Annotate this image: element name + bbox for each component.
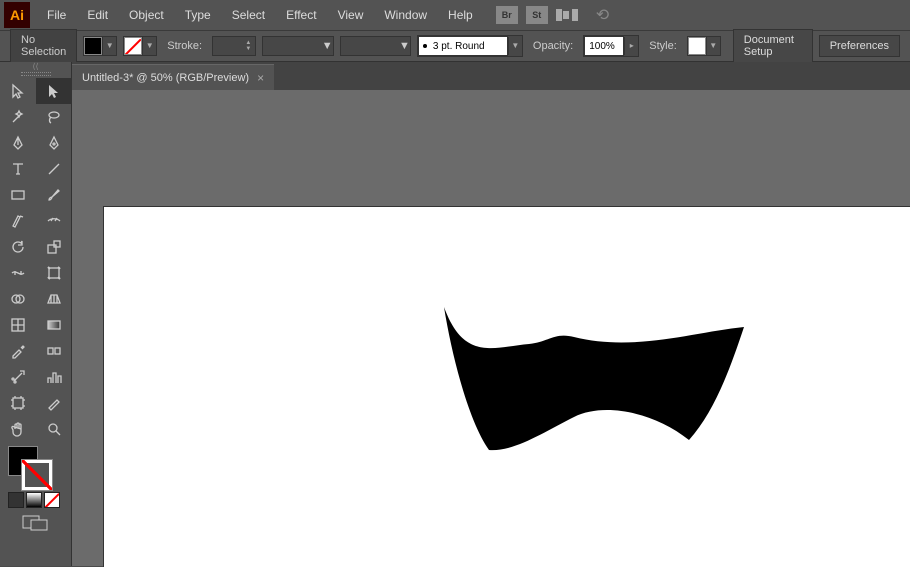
perspective-grid-tool[interactable] — [36, 286, 72, 312]
document-tab[interactable]: Untitled-3* @ 50% (RGB/Preview) × — [72, 64, 274, 90]
lasso-tool[interactable] — [36, 104, 72, 130]
opacity-input[interactable]: 100%▸ — [583, 35, 639, 57]
line-tool[interactable] — [36, 156, 72, 182]
menu-view[interactable]: View — [328, 4, 374, 26]
app-logo: Ai — [4, 2, 30, 28]
menu-file[interactable]: File — [37, 4, 76, 26]
slice-tool[interactable] — [36, 390, 72, 416]
menu-window[interactable]: Window — [374, 4, 437, 26]
rotate-tool[interactable] — [0, 234, 36, 260]
control-bar: No Selection ▼ ▼ Stroke: ▲▼ ▼ ▼ 3 pt. Ro… — [0, 30, 910, 62]
pen-tool[interactable] — [0, 130, 36, 156]
hand-tool[interactable] — [0, 416, 36, 442]
stroke-color-swatch[interactable] — [22, 460, 52, 490]
shape-builder-tool[interactable] — [0, 286, 36, 312]
color-mode-color[interactable] — [8, 492, 24, 508]
style-swatch[interactable]: ▼ — [687, 36, 721, 56]
direct-selection-tool[interactable] — [36, 78, 72, 104]
mesh-tool[interactable] — [0, 312, 36, 338]
color-mode-row — [0, 490, 71, 510]
artboard-tool[interactable] — [0, 390, 36, 416]
sync-icon[interactable]: ⟲ — [596, 5, 609, 25]
panel-collapse-grip[interactable] — [0, 62, 71, 70]
eyedropper-tool[interactable] — [0, 338, 36, 364]
preferences-button[interactable]: Preferences — [819, 35, 900, 57]
screen-mode-row[interactable] — [0, 510, 71, 536]
paintbrush-tool[interactable] — [36, 182, 72, 208]
menu-help[interactable]: Help — [438, 4, 483, 26]
color-mode-none[interactable] — [44, 492, 60, 508]
scale-tool[interactable] — [36, 234, 72, 260]
document-tab-title: Untitled-3* @ 50% (RGB/Preview) — [82, 72, 249, 84]
tools-panel — [0, 62, 72, 566]
stroke-profile-value: 3 pt. Round — [433, 41, 485, 52]
menu-type[interactable]: Type — [175, 4, 221, 26]
variable-width-profile[interactable]: ▼ — [262, 36, 333, 56]
stroke-profile[interactable]: 3 pt. Round ▼ — [417, 35, 523, 57]
blend-tool[interactable] — [36, 338, 72, 364]
column-graph-tool[interactable] — [36, 364, 72, 390]
canvas-area: Untitled-3* @ 50% (RGB/Preview) × — [72, 62, 910, 566]
stock-button[interactable]: St — [526, 6, 548, 24]
width-tool[interactable] — [0, 260, 36, 286]
fill-swatch[interactable]: ▼ — [83, 36, 117, 56]
opacity-label: Opacity: — [533, 40, 573, 52]
menu-effect[interactable]: Effect — [276, 4, 326, 26]
selection-indicator: No Selection — [10, 29, 77, 63]
shaper-tool[interactable] — [0, 208, 36, 234]
curvature-tool[interactable] — [36, 130, 72, 156]
free-transform-tool[interactable] — [36, 260, 72, 286]
arrange-documents-icon[interactable]: ▼ — [556, 9, 578, 21]
stroke-swatch[interactable]: ▼ — [123, 36, 157, 56]
fill-stroke-box[interactable] — [0, 442, 71, 490]
menu-object[interactable]: Object — [119, 4, 174, 26]
panel-drag-grip[interactable] — [21, 72, 51, 76]
stroke-weight-input[interactable]: ▲▼ — [212, 36, 256, 56]
menu-bar: Ai File Edit Object Type Select Effect V… — [0, 0, 910, 30]
zoom-tool[interactable] — [36, 416, 72, 442]
style-label: Style: — [649, 40, 677, 52]
menu-select[interactable]: Select — [222, 4, 275, 26]
document-tab-bar: Untitled-3* @ 50% (RGB/Preview) × — [72, 62, 910, 90]
close-tab-icon[interactable]: × — [257, 71, 264, 85]
menu-edit[interactable]: Edit — [77, 4, 118, 26]
gradient-tool[interactable] — [36, 312, 72, 338]
stroke-label: Stroke: — [167, 40, 202, 52]
color-mode-gradient[interactable] — [26, 492, 42, 508]
selection-tool[interactable] — [0, 78, 36, 104]
eraser-tool[interactable] — [36, 208, 72, 234]
type-tool[interactable] — [0, 156, 36, 182]
brush-definition[interactable]: ▼ — [340, 36, 411, 56]
bridge-button[interactable]: Br — [496, 6, 518, 24]
menu-extras: Br St ▼ ⟲ — [496, 5, 609, 25]
magic-wand-tool[interactable] — [0, 104, 36, 130]
canvas-path-shape[interactable] — [434, 302, 754, 462]
symbol-sprayer-tool[interactable] — [0, 364, 36, 390]
artboard[interactable] — [104, 207, 910, 567]
rectangle-tool[interactable] — [0, 182, 36, 208]
document-setup-button[interactable]: Document Setup — [733, 29, 813, 63]
